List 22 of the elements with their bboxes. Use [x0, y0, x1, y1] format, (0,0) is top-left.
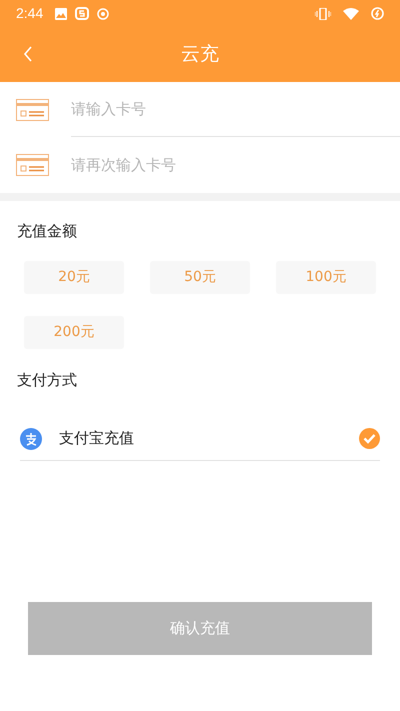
amount-option[interactable]: 200元	[24, 316, 124, 348]
card-icon	[16, 154, 49, 176]
back-icon	[23, 45, 33, 63]
card-number-field[interactable]: 请输入卡号	[71, 82, 400, 137]
vibrate-icon	[315, 8, 331, 20]
image-icon	[55, 8, 68, 20]
check-icon[interactable]	[359, 428, 380, 449]
payment-logo-icon	[20, 428, 42, 450]
amount-option[interactable]: 50元	[150, 260, 250, 294]
section-title: 充值金额	[17, 221, 78, 242]
payment-method-label: 支付宝充值	[59, 428, 135, 450]
wifi-icon	[343, 8, 359, 20]
page-title: 云充	[181, 42, 219, 68]
card-icon	[16, 98, 49, 120]
card-number-field[interactable]: 请再次输入卡号	[71, 137, 400, 192]
app-icon	[75, 7, 90, 20]
section-title: 支付方式	[17, 370, 78, 390]
record-icon	[97, 8, 110, 20]
status-time: 2:44	[16, 4, 44, 23]
battery-icon	[371, 7, 384, 20]
amount-option[interactable]: 100元	[276, 260, 376, 294]
amount-option[interactable]: 20元	[24, 260, 124, 294]
